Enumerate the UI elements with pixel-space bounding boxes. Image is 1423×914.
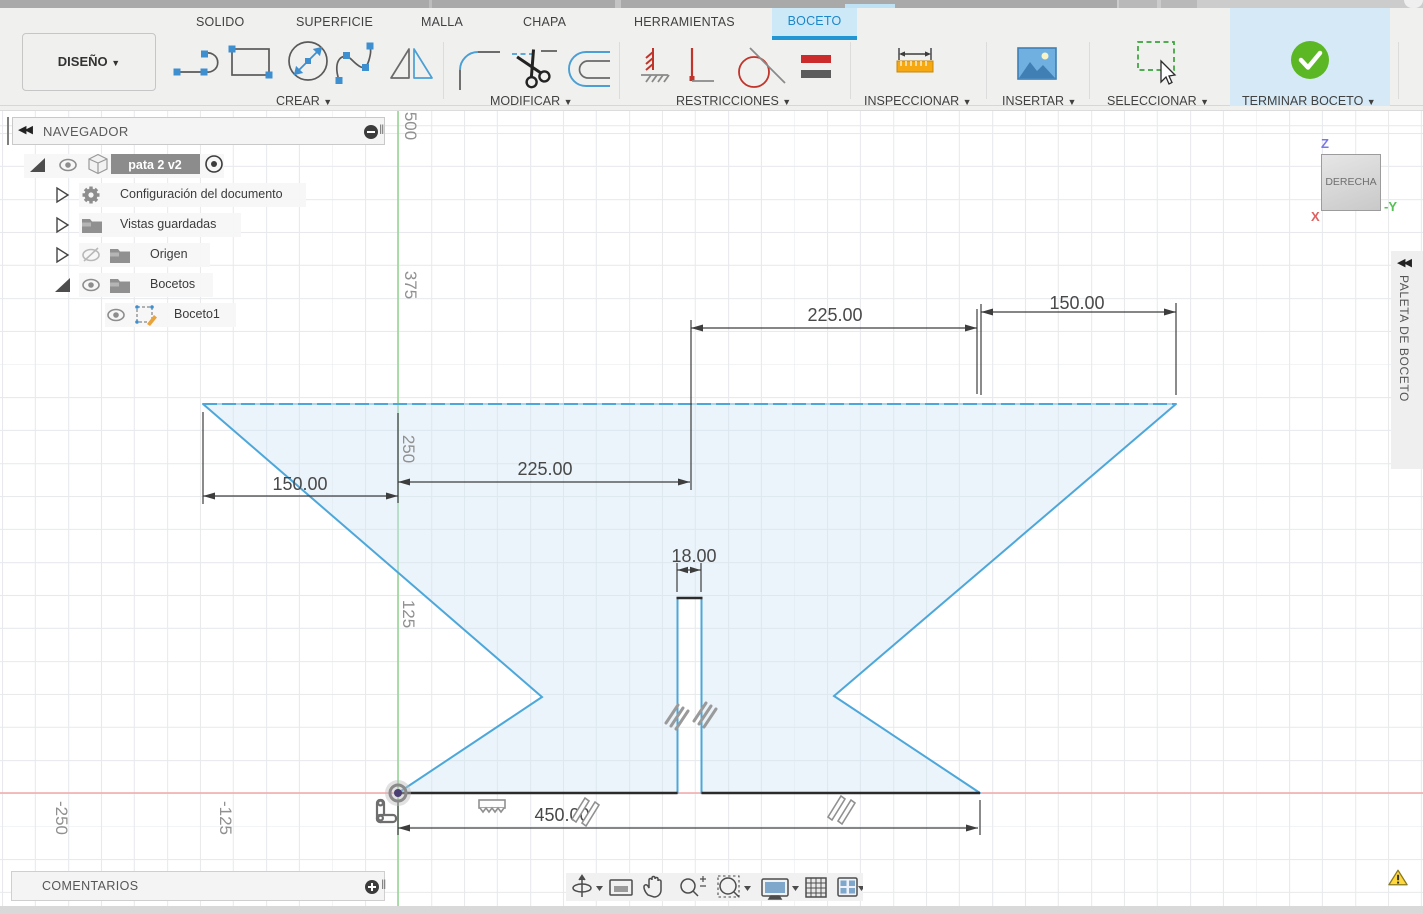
svg-text:250: 250	[399, 435, 418, 463]
svg-text:150.00: 150.00	[272, 474, 327, 494]
svg-text:225.00: 225.00	[807, 305, 862, 325]
svg-text:18.00: 18.00	[671, 546, 716, 566]
svg-text:375: 375	[401, 271, 420, 299]
svg-text:150.00: 150.00	[1049, 293, 1104, 313]
svg-text:pata 2 v2: pata 2 v2	[128, 158, 182, 172]
svg-text:225.00: 225.00	[517, 459, 572, 479]
svg-text:125: 125	[399, 600, 418, 628]
svg-text:-250: -250	[52, 801, 71, 835]
svg-text:500: 500	[401, 112, 420, 140]
svg-text:-125: -125	[216, 801, 235, 835]
